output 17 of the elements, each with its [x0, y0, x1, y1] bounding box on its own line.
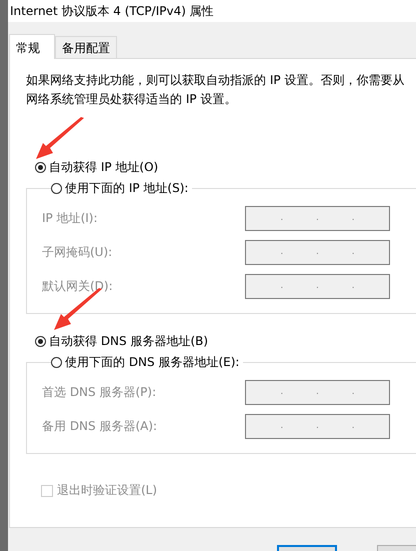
radio-button[interactable] — [51, 357, 62, 368]
radio-button[interactable] — [35, 162, 46, 172]
annotation-arrow — [36, 117, 84, 159]
tab[interactable]: 备用配置 — [55, 36, 117, 58]
tab[interactable]: 常规 — [9, 34, 55, 59]
radio-label[interactable]: 使用下面的 DNS 服务器地址(E): — [65, 354, 240, 371]
radio-label[interactable]: 自动获得 DNS 服务器地址(B) — [49, 332, 208, 350]
radio-button[interactable] — [35, 336, 46, 346]
window-title: Internet 协议版本 4 (TCP/IPv4) 属性 — [10, 2, 214, 20]
field-label: IP 地址(I): — [42, 210, 99, 226]
field-label: 备用 DNS 服务器(A): — [42, 418, 158, 434]
field-label: 首选 DNS 服务器(P): — [42, 384, 158, 400]
radio-label[interactable]: 自动获得 IP 地址(O) — [49, 158, 158, 176]
field-label: 子网掩码(U): — [42, 244, 114, 260]
radio-label[interactable]: 使用下面的 IP 地址(S): — [65, 180, 188, 197]
radio-button[interactable] — [51, 183, 62, 194]
description-text: 如果网络支持此功能，则可以获取自动指派的 IP 设置。否则，你需要从网络系统管理员处获得适当的 IP 设置。 — [26, 72, 406, 108]
